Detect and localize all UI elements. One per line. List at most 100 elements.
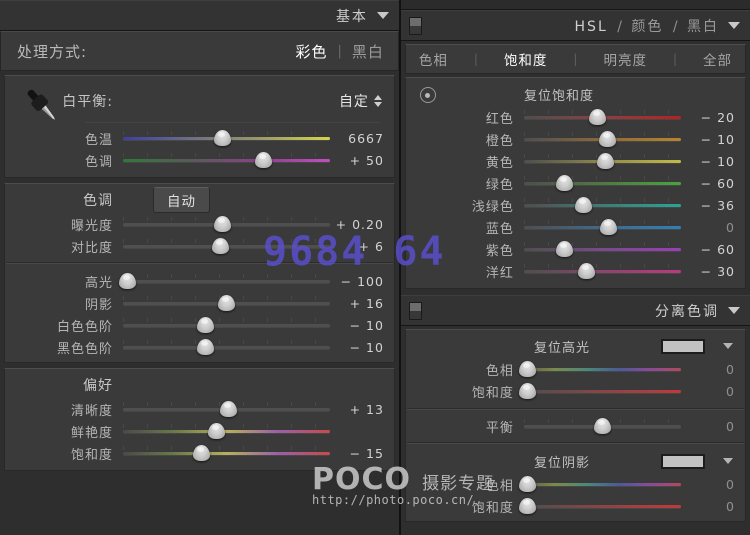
whites-value[interactable]: − 10 [330, 318, 394, 333]
hsl-magenta-slider[interactable] [524, 260, 681, 282]
slider-knob[interactable] [578, 263, 595, 279]
hsl-title-part-color[interactable]: 颜色 [631, 19, 663, 35]
split-highlights-saturation-value[interactable]: 0 [681, 384, 745, 399]
clarity-slider[interactable] [123, 398, 330, 420]
vibrance-slider[interactable] [123, 420, 330, 442]
target-adjust-icon[interactable] [420, 87, 436, 103]
panel-switch-icon[interactable] [409, 17, 422, 35]
hsl-blue-value[interactable]: 0 [681, 220, 745, 235]
triangle-down-icon[interactable] [728, 22, 740, 29]
tab-saturation[interactable]: 饱和度 [504, 49, 548, 69]
blacks-slider[interactable] [123, 336, 330, 358]
split-highlights-color-swatch[interactable] [661, 339, 705, 354]
hsl-title-part-hsl[interactable]: HSL [575, 19, 608, 35]
split-shadows-hue-value[interactable]: 0 [681, 477, 745, 492]
slider-knob[interactable] [597, 153, 614, 169]
slider-knob[interactable] [556, 241, 573, 257]
tint-slider[interactable] [123, 149, 330, 171]
tint-value[interactable]: + 50 [330, 153, 394, 168]
split-shadows-color-swatch[interactable] [661, 454, 705, 469]
shadows-value[interactable]: + 16 [330, 296, 394, 311]
triangle-down-icon[interactable] [377, 12, 389, 19]
split-highlights-reset-label[interactable]: 复位高光 [534, 337, 590, 356]
process-option-bw[interactable]: 黑白 [352, 41, 384, 62]
hsl-purple-value[interactable]: − 60 [681, 242, 745, 257]
triangle-down-icon[interactable] [728, 307, 740, 314]
tab-hue[interactable]: 色相 [419, 49, 448, 69]
slider-knob[interactable] [220, 401, 237, 417]
contrast-value[interactable]: + 6 [330, 239, 394, 254]
hsl-purple-slider[interactable] [524, 238, 681, 260]
split-balance-slider[interactable] [524, 415, 681, 437]
exposure-value[interactable]: + 0.20 [330, 217, 394, 232]
slider-knob[interactable] [594, 418, 611, 434]
highlights-slider[interactable] [123, 270, 330, 292]
split-highlights-saturation-slider[interactable] [524, 380, 681, 402]
exposure-slider[interactable] [123, 213, 330, 235]
highlights-value[interactable]: − 100 [330, 274, 394, 289]
slider-knob[interactable] [600, 219, 617, 235]
slider-knob[interactable] [218, 295, 235, 311]
hsl-red-slider[interactable] [524, 106, 681, 128]
tab-luminance[interactable]: 明亮度 [603, 49, 647, 69]
hsl-title-part-bw[interactable]: 黑白 [687, 19, 719, 35]
hsl-magenta-value[interactable]: − 30 [681, 264, 745, 279]
slider-knob[interactable] [197, 339, 214, 355]
slider-knob[interactable] [519, 498, 536, 514]
temperature-value[interactable]: 6667 [330, 131, 394, 146]
slider-knob[interactable] [519, 476, 536, 492]
slider-knob[interactable] [208, 423, 225, 439]
hsl-aqua-value[interactable]: − 36 [681, 198, 745, 213]
hsl-blue-slider[interactable] [524, 216, 681, 238]
shadows-slider[interactable] [123, 292, 330, 314]
white-balance-value[interactable]: 自定 [339, 91, 382, 111]
process-option-color[interactable]: 彩色 [296, 41, 328, 62]
slider-knob[interactable] [214, 130, 231, 146]
hsl-orange-value[interactable]: − 10 [681, 132, 745, 147]
split-highlights-hue-value[interactable]: 0 [681, 362, 745, 377]
stepper-updown-icon[interactable] [374, 95, 382, 107]
auto-tone-button[interactable]: 自动 [153, 187, 210, 213]
slider-knob[interactable] [197, 317, 214, 333]
contrast-slider[interactable] [123, 235, 330, 257]
slider-knob[interactable] [575, 197, 592, 213]
hsl-yellow-value[interactable]: − 10 [681, 154, 745, 169]
split-shadows-saturation-value[interactable]: 0 [681, 499, 745, 514]
hsl-yellow-slider[interactable] [524, 150, 681, 172]
slider-knob[interactable] [255, 152, 272, 168]
split-highlights-hue-slider[interactable] [524, 358, 681, 380]
saturation-slider[interactable] [123, 442, 330, 464]
hsl-green-value[interactable]: − 60 [681, 176, 745, 191]
split-shadows-hue-slider[interactable] [524, 473, 681, 495]
slider-knob[interactable] [519, 361, 536, 377]
slider-knob[interactable] [556, 175, 573, 191]
tab-all[interactable]: 全部 [703, 49, 732, 69]
hsl-panel-header[interactable]: HSL / 颜色 / 黑白 [401, 10, 750, 41]
slider-knob[interactable] [119, 273, 136, 289]
eyedropper-icon[interactable] [15, 84, 69, 128]
blacks-value[interactable]: − 10 [330, 340, 394, 355]
hsl-orange-slider[interactable] [524, 128, 681, 150]
hsl-reset-label[interactable]: 复位饱和度 [524, 85, 594, 104]
slider-knob[interactable] [214, 216, 231, 232]
slider-knob[interactable] [193, 445, 210, 461]
slider-knob[interactable] [599, 131, 616, 147]
panel-switch-icon[interactable] [409, 302, 422, 320]
whites-slider[interactable] [123, 314, 330, 336]
slider-knob[interactable] [212, 238, 229, 254]
split-balance-value[interactable]: 0 [681, 419, 745, 434]
basic-panel-header[interactable]: 基本 [0, 0, 399, 31]
triangle-down-icon[interactable] [723, 458, 733, 464]
slider-knob[interactable] [589, 109, 606, 125]
temperature-slider[interactable] [123, 127, 330, 149]
split-shadows-saturation-slider[interactable] [524, 495, 681, 517]
split-shadows-reset-label[interactable]: 复位阴影 [534, 452, 590, 471]
split-toning-panel-header[interactable]: 分离色调 [401, 295, 750, 326]
hsl-aqua-slider[interactable] [524, 194, 681, 216]
slider-knob[interactable] [519, 383, 536, 399]
clarity-value[interactable]: + 13 [330, 402, 394, 417]
saturation-value[interactable]: − 15 [330, 446, 394, 461]
hsl-green-slider[interactable] [524, 172, 681, 194]
triangle-down-icon[interactable] [723, 343, 733, 349]
hsl-red-value[interactable]: − 20 [681, 110, 745, 125]
